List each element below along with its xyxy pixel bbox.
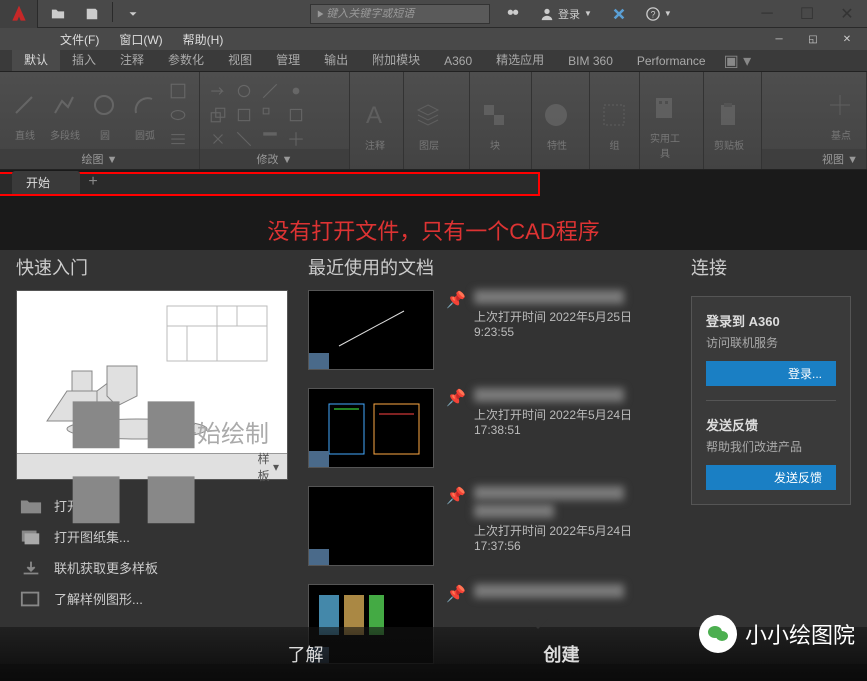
ribbon-panel-clipboard: 剪贴板 xyxy=(704,72,762,169)
block-button[interactable]: 块 xyxy=(478,93,512,152)
title-right: 登录 ▼ ?▼ xyxy=(500,4,678,24)
title-bar: 登录 ▼ ?▼ ─ ☐ ✕ xyxy=(0,0,867,28)
ribbon-tab[interactable]: Performance xyxy=(625,51,718,71)
ribbon-tab[interactable]: A360 xyxy=(432,51,484,71)
arc-button[interactable]: 圆弧 xyxy=(128,83,162,142)
template-dropdown[interactable]: 样板 ▾ xyxy=(17,453,287,479)
base-button[interactable]: 基点 xyxy=(824,83,858,142)
pin-icon[interactable]: 📌 xyxy=(446,486,462,566)
doc-close-icon[interactable]: ✕ xyxy=(831,27,863,51)
app-logo xyxy=(0,0,38,28)
warning-annotation: 没有打开文件，只有一个CAD程序 xyxy=(0,196,867,250)
tab-start[interactable]: 开始 xyxy=(12,171,80,194)
ribbon-tab[interactable]: 管理 xyxy=(264,48,312,71)
svg-text:?: ? xyxy=(650,9,655,19)
window-controls: ─ ☐ ✕ xyxy=(747,1,867,27)
exchange-icon[interactable] xyxy=(606,5,632,23)
login-button[interactable]: 登录 ▼ xyxy=(534,4,598,24)
ribbon-panel-block: 块 xyxy=(470,72,532,169)
search-box[interactable] xyxy=(310,4,490,24)
nav-learn[interactable]: 了解 xyxy=(288,641,324,667)
menu-file[interactable]: 文件(F) xyxy=(50,29,109,50)
recent-document[interactable]: 📌 上次打开时间 2022年5月25日 9:23:55 xyxy=(308,290,671,370)
svg-text:A: A xyxy=(366,102,382,129)
chevron-down-icon: ▾ xyxy=(273,460,279,474)
a360-login-button[interactable]: 登录... xyxy=(706,361,836,386)
document-tabs: 开始 + xyxy=(0,172,540,196)
clipboard-button[interactable]: 剪贴板 xyxy=(712,93,746,152)
ribbon-panel-draw: 直线 多段线 圆 圆弧 绘图 ▼ xyxy=(0,72,200,169)
download-icon xyxy=(20,559,42,577)
tools-button[interactable]: 实用工具 xyxy=(648,86,682,160)
samples-icon xyxy=(20,590,42,608)
ribbon-panel-properties: 特性 xyxy=(532,72,590,169)
properties-button[interactable]: 特性 xyxy=(540,93,574,152)
recent-document[interactable]: 📌 上次打开时间 2022年5月24日 17:37:56 xyxy=(308,486,671,566)
ribbon-tab[interactable]: 精选应用 xyxy=(484,48,556,71)
quick-start-title: 快速入门 xyxy=(16,250,288,290)
polyline-button[interactable]: 多段线 xyxy=(48,83,82,142)
ribbon-tab[interactable]: 视图 xyxy=(216,48,264,71)
grid-icon xyxy=(25,392,252,542)
pin-icon[interactable]: 📌 xyxy=(446,388,462,468)
wechat-icon xyxy=(699,615,737,653)
ribbon-tab[interactable]: 注释 xyxy=(108,48,156,71)
watermark: 小小绘图院 xyxy=(699,615,855,653)
ribbon-tab[interactable]: BIM 360 xyxy=(556,51,625,71)
group-button[interactable]: 组 xyxy=(598,93,631,152)
doc-restore-icon[interactable]: ◱ xyxy=(797,27,829,51)
maximize-button[interactable]: ☐ xyxy=(787,1,827,27)
ribbon-expand-icon[interactable]: ▣ ▾ xyxy=(724,51,752,71)
recent-title: 最近使用的文档 xyxy=(308,250,671,290)
doc-minimize-icon[interactable]: ─ xyxy=(763,27,795,51)
dropdown-icon[interactable] xyxy=(117,2,149,26)
ribbon-tab[interactable]: 参数化 xyxy=(156,48,216,71)
nav-create[interactable]: 创建 xyxy=(544,641,580,667)
ribbon-panel-base: 基点 视图 ▼ xyxy=(762,72,867,169)
recent-document[interactable]: 📌 上次打开时间 2022年5月24日 17:38:51 xyxy=(308,388,671,468)
play-icon xyxy=(315,8,326,20)
tab-add-button[interactable]: + xyxy=(80,170,106,194)
start-page: 快速入门 开始绘制 样板 ▾ xyxy=(0,250,867,664)
menu-window[interactable]: 窗口(W) xyxy=(109,29,172,50)
help-icon[interactable]: ?▼ xyxy=(640,5,678,23)
pin-icon[interactable]: 📌 xyxy=(446,290,462,370)
text-button[interactable]: A注释 xyxy=(358,93,392,152)
connect-panel: 登录到 A360 访问联机服务 登录... 发送反馈 帮助我们改进产品 发送反馈 xyxy=(691,296,851,505)
ribbon-panel-tools: 实用工具 xyxy=(640,72,704,169)
close-button[interactable]: ✕ xyxy=(827,1,867,27)
sample-drawings-button[interactable]: 了解样例图形... xyxy=(16,583,288,614)
ribbon-tab[interactable]: 插入 xyxy=(60,48,108,71)
line-button[interactable]: 直线 xyxy=(8,83,42,142)
menu-help[interactable]: 帮助(H) xyxy=(173,29,234,50)
ribbon-tabs: 默认 插入 注释 参数化 视图 管理 输出 附加模块 A360 精选应用 BIM… xyxy=(0,50,867,72)
online-templates-button[interactable]: 联机获取更多样板 xyxy=(16,552,288,583)
ribbon-panel-layer: 图层 xyxy=(404,72,470,169)
circle-button[interactable]: 圆 xyxy=(88,83,122,142)
connect-title: 连接 xyxy=(691,250,851,290)
feedback-button[interactable]: 发送反馈 xyxy=(706,465,836,490)
ribbon-panel-group: 组 xyxy=(590,72,640,169)
quick-access-toolbar xyxy=(38,2,153,26)
menu-bar: 文件(F) 窗口(W) 帮助(H) ─ ◱ ✕ xyxy=(0,28,867,50)
ribbon-tab[interactable]: 附加模块 xyxy=(360,48,432,71)
infocenter-icon[interactable] xyxy=(500,5,526,23)
save-icon[interactable] xyxy=(76,2,108,26)
ribbon-tab[interactable]: 默认 xyxy=(12,48,60,71)
ribbon-panel-modify: 修改 ▼ xyxy=(200,72,350,169)
search-input[interactable] xyxy=(326,8,485,20)
ribbon-tab[interactable]: 输出 xyxy=(312,48,360,71)
layer-button[interactable]: 图层 xyxy=(412,93,446,152)
ribbon: 直线 多段线 圆 圆弧 绘图 ▼ 修改 ▼ A注释 图层 块 特性 xyxy=(0,72,867,170)
ribbon-panel-annotate: A注释 xyxy=(350,72,404,169)
start-drawing-button[interactable]: 开始绘制 样板 ▾ xyxy=(16,290,288,480)
minimize-button[interactable]: ─ xyxy=(747,1,787,27)
open-icon[interactable] xyxy=(42,2,74,26)
